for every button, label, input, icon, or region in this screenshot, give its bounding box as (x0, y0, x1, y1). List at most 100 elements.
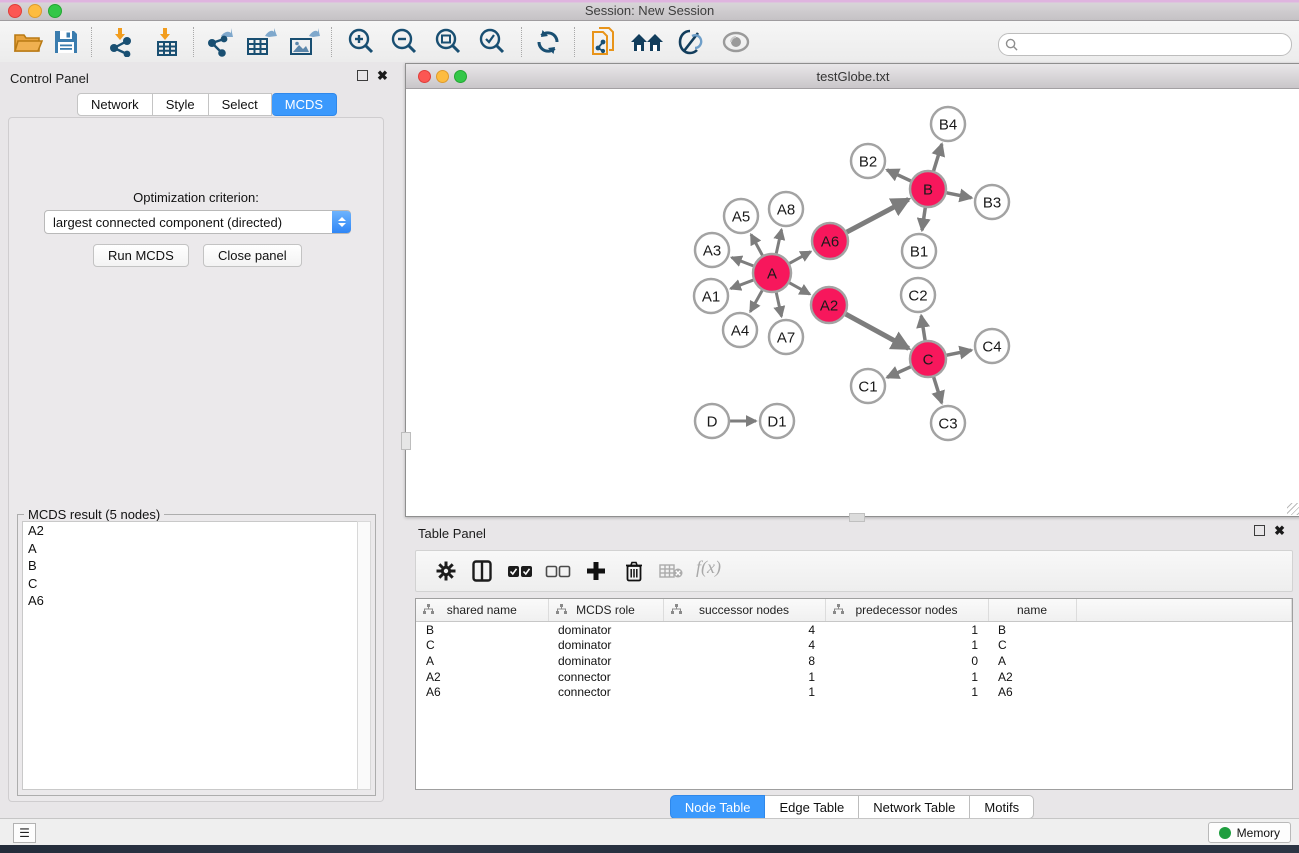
table-cell[interactable]: dominator (548, 622, 663, 638)
zoom-selected-button[interactable] (474, 24, 510, 60)
tab-node-table[interactable]: Node Table (670, 795, 766, 819)
edge-A-A1[interactable] (731, 280, 754, 289)
table-cell[interactable]: A2 (988, 669, 1076, 685)
memory-button[interactable]: Memory (1208, 822, 1291, 843)
show-graphics-details-button[interactable] (718, 24, 754, 60)
edge-B-B2[interactable] (887, 170, 911, 181)
tab-mcds[interactable]: MCDS (272, 93, 337, 116)
table-row[interactable]: Adominator80A (416, 653, 1292, 669)
import-table-button[interactable] (147, 24, 183, 60)
table-cell[interactable]: connector (548, 684, 663, 700)
cytohubba-home-button[interactable] (629, 24, 665, 60)
table-cell[interactable]: A (988, 653, 1076, 669)
mcds-result-item[interactable]: A (23, 540, 358, 558)
mcds-result-list[interactable]: A2ABCA6 (22, 521, 359, 790)
network-canvas[interactable]: AA1A2A3A4A5A6A7A8BB1B2B3B4CC1C2C3C4DD1 (406, 89, 1299, 516)
delete-column-button[interactable] (618, 555, 650, 587)
export-table-button[interactable] (243, 24, 279, 60)
column-settings-button[interactable] (430, 555, 462, 587)
table-cell[interactable]: C (988, 638, 1076, 654)
refresh-button[interactable] (530, 24, 566, 60)
search-input[interactable] (1018, 37, 1291, 53)
mcds-result-item[interactable]: A6 (23, 592, 358, 610)
table-cell[interactable]: B (416, 622, 548, 638)
table-cell[interactable]: A6 (416, 684, 548, 700)
tab-style[interactable]: Style (153, 93, 209, 116)
table-cell[interactable]: A (416, 653, 548, 669)
window-resize-grip[interactable] (1287, 503, 1299, 515)
column-header-successor-nodes[interactable]: successor nodes (663, 599, 825, 622)
table-row[interactable]: A2connector11A2 (416, 669, 1292, 685)
tab-select[interactable]: Select (209, 93, 272, 116)
table-cell[interactable]: 0 (825, 653, 988, 669)
tab-network[interactable]: Network (77, 93, 153, 116)
mcds-result-item[interactable]: A2 (23, 522, 358, 540)
column-header-predecessor-nodes[interactable]: predecessor nodes (825, 599, 988, 622)
table-cell[interactable]: 1 (825, 622, 988, 638)
edge-A2-C[interactable] (846, 314, 909, 348)
table-cell[interactable]: connector (548, 669, 663, 685)
table-cell[interactable]: 1 (825, 669, 988, 685)
close-panel-button[interactable]: Close panel (203, 244, 302, 267)
column-header-name[interactable]: name (988, 599, 1076, 622)
edge-C-C4[interactable] (947, 350, 972, 355)
table-cell[interactable]: 1 (663, 669, 825, 685)
node-table[interactable]: shared nameMCDS rolesuccessor nodesprede… (415, 598, 1293, 790)
zoom-in-button[interactable] (343, 24, 379, 60)
function-builder-button[interactable]: f(x) (696, 557, 721, 578)
edge-C-C1[interactable] (887, 367, 911, 378)
edge-C-C3[interactable] (934, 377, 942, 403)
edge-A-A8[interactable] (776, 230, 781, 254)
table-cell[interactable]: 8 (663, 653, 825, 669)
tab-motifs[interactable]: Motifs (970, 795, 1034, 819)
edge-A-A5[interactable] (751, 234, 762, 255)
edge-B-B3[interactable] (947, 193, 972, 198)
network-graph[interactable]: AA1A2A3A4A5A6A7A8BB1B2B3B4CC1C2C3C4DD1 (406, 89, 1298, 515)
mcds-result-item[interactable]: B (23, 557, 358, 575)
export-network-button[interactable] (201, 24, 237, 60)
network-from-selection-button[interactable] (586, 24, 622, 60)
panel-divider-grip[interactable] (401, 432, 411, 450)
table-cell[interactable]: 1 (825, 638, 988, 654)
edge-A-A3[interactable] (732, 258, 754, 266)
table-cell[interactable]: dominator (548, 653, 663, 669)
tab-edge-table[interactable]: Edge Table (765, 795, 859, 819)
table-cell[interactable]: 1 (663, 684, 825, 700)
edge-A-A4[interactable] (750, 290, 762, 311)
export-image-button[interactable] (286, 24, 322, 60)
edge-B-B4[interactable] (934, 144, 942, 171)
edge-B-B1[interactable] (922, 208, 925, 230)
column-header-MCDS-role[interactable]: MCDS role (548, 599, 663, 622)
delete-table-button[interactable] (655, 555, 687, 587)
network-window-titlebar[interactable]: testGlobe.txt (406, 64, 1299, 89)
float-panel-icon[interactable] (1254, 525, 1265, 536)
search-field[interactable] (998, 33, 1292, 56)
table-cell[interactable]: 4 (663, 622, 825, 638)
save-session-button[interactable] (48, 24, 84, 60)
close-panel-icon[interactable]: ✖ (1274, 526, 1285, 535)
result-scrollbar[interactable] (357, 521, 371, 790)
open-session-button[interactable] (10, 24, 46, 60)
deselect-all-checkboxes-button[interactable] (542, 555, 574, 587)
table-cell[interactable]: 4 (663, 638, 825, 654)
edge-A6-B[interactable] (847, 199, 909, 232)
import-network-button[interactable] (102, 24, 138, 60)
zoom-out-button[interactable] (386, 24, 422, 60)
table-cell[interactable]: A6 (988, 684, 1076, 700)
zoom-fit-button[interactable] (430, 24, 466, 60)
tab-network-table[interactable]: Network Table (859, 795, 970, 819)
table-row[interactable]: A6connector11A6 (416, 684, 1292, 700)
add-column-button[interactable] (580, 555, 612, 587)
table-cell[interactable]: B (988, 622, 1076, 638)
close-panel-icon[interactable]: ✖ (377, 71, 388, 80)
table-cell[interactable]: C (416, 638, 548, 654)
task-history-button[interactable]: ☰ (13, 823, 36, 843)
optimization-criterion-select[interactable]: largest connected component (directed) (44, 210, 351, 234)
edge-C-C2[interactable] (921, 316, 925, 340)
table-cell[interactable]: A2 (416, 669, 548, 685)
edge-A-A2[interactable] (789, 283, 809, 294)
table-row[interactable]: Bdominator41B (416, 622, 1292, 638)
split-panel-button[interactable] (466, 555, 498, 587)
table-cell[interactable]: dominator (548, 638, 663, 654)
run-mcds-button[interactable]: Run MCDS (93, 244, 189, 267)
